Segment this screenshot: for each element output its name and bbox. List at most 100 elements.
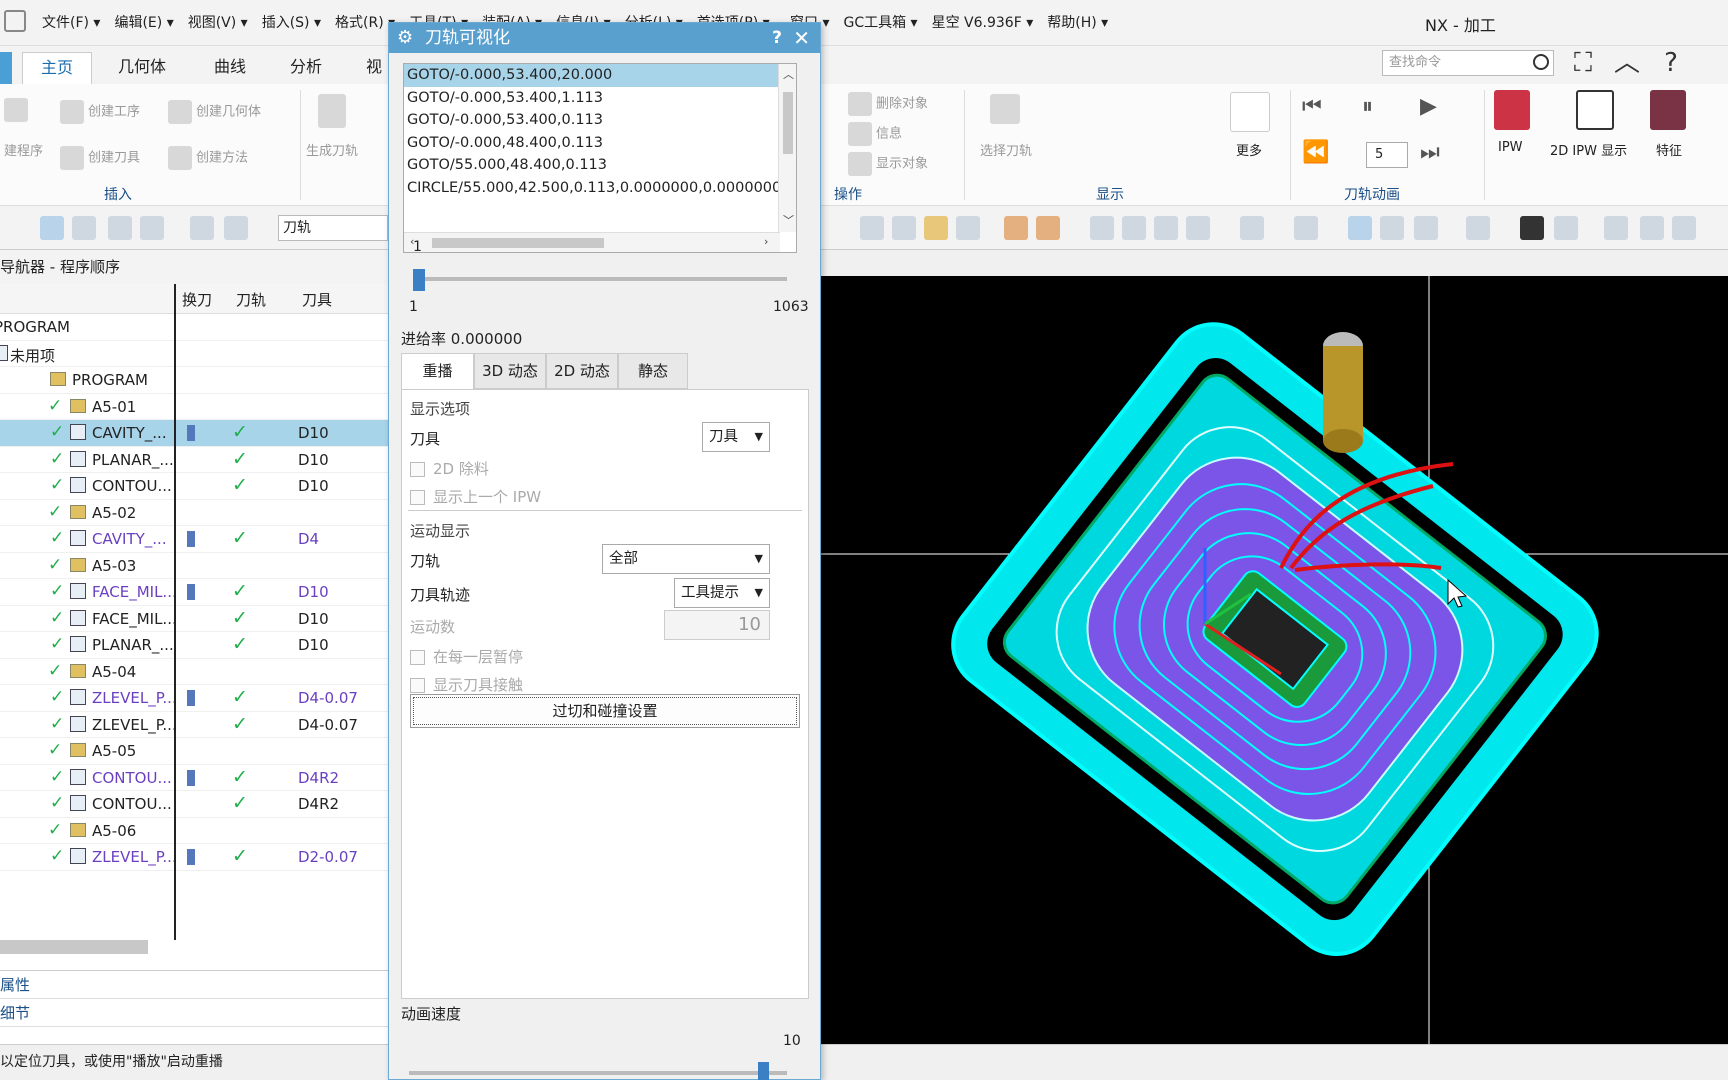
- scroll-down-icon[interactable]: ﹀: [783, 212, 794, 228]
- select-list-icon[interactable]: [140, 216, 164, 240]
- ipw2d-button[interactable]: [1576, 90, 1618, 130]
- create-method-button[interactable]: 创建方法: [168, 146, 248, 170]
- dialog-close-button[interactable]: ✕: [793, 23, 810, 53]
- ribbon-left-bar[interactable]: [0, 52, 12, 84]
- select-toolpath-button[interactable]: [990, 94, 1024, 124]
- paint-icon[interactable]: [1672, 216, 1696, 240]
- type-filter-select[interactable]: 刀轨: [278, 215, 388, 241]
- col-tool[interactable]: 刀具: [302, 289, 332, 310]
- shade-icon[interactable]: [1004, 216, 1028, 240]
- rotate-icon[interactable]: [1154, 216, 1178, 240]
- motion-count-input[interactable]: 10: [664, 610, 770, 640]
- app-icon[interactable]: [4, 10, 26, 32]
- navigator-row[interactable]: ✓ ZLEVEL_P... ✓ D4-0.07: [0, 712, 388, 738]
- cl-code-line[interactable]: GOTO/-0.000,53.400,0.113: [404, 109, 780, 132]
- anim-step-input[interactable]: 5: [1366, 142, 1408, 168]
- navigator-row[interactable]: ✓ A5-04: [0, 659, 388, 685]
- navigator-row[interactable]: ✓ A5-02: [0, 500, 388, 526]
- snap-icon[interactable]: [190, 216, 214, 240]
- gouge-collision-settings-button[interactable]: 过切和碰撞设置: [410, 694, 800, 728]
- tab-static[interactable]: 静态: [618, 353, 688, 389]
- show-object-button[interactable]: 显示对象: [848, 152, 928, 176]
- tool-display-select[interactable]: 刀具 ▼: [702, 422, 770, 452]
- brush-icon[interactable]: [1604, 216, 1628, 240]
- details-panel[interactable]: 细节: [0, 999, 388, 1027]
- pan-icon[interactable]: [1186, 216, 1210, 240]
- navigator-row[interactable]: ✓ PLANAR_... ✓ D10: [0, 447, 388, 473]
- tab-geometry[interactable]: 几何体: [100, 52, 184, 84]
- navigator-row[interactable]: ✓ CAVITY_... ✓ D4: [0, 526, 388, 553]
- speed-slider[interactable]: [409, 1062, 787, 1080]
- zoom-icon[interactable]: [1122, 216, 1146, 240]
- cube-icon[interactable]: [1294, 216, 1318, 240]
- navigator-row[interactable]: ✓ ZLEVEL_P... ✓ D4-0.07: [0, 685, 388, 712]
- path-select[interactable]: 全部 ▼: [602, 544, 770, 574]
- create-program-button[interactable]: [4, 98, 32, 122]
- checkbox[interactable]: [410, 650, 425, 665]
- info-button[interactable]: 信息: [848, 122, 902, 146]
- speed-slider-handle[interactable]: [757, 1062, 769, 1080]
- tab-3d-dynamic[interactable]: 3D 动态: [474, 353, 546, 389]
- background-icon[interactable]: [1520, 216, 1544, 240]
- checkbox[interactable]: [410, 490, 425, 505]
- navigator-row[interactable]: ✓ A5-05: [0, 738, 388, 765]
- anim-next-icon[interactable]: ⏭: [1420, 140, 1440, 165]
- tab-analysis[interactable]: 分析: [272, 52, 340, 84]
- edit-icon[interactable]: [1554, 216, 1578, 240]
- shade2-icon[interactable]: [1036, 216, 1060, 240]
- navigator-row[interactable]: PROGRAM: [0, 314, 388, 341]
- anim-back-icon[interactable]: ⏪: [1302, 140, 1329, 165]
- scroll-right-icon[interactable]: ›: [764, 235, 768, 248]
- menu-item[interactable]: 星空 V6.936F ▾: [932, 12, 1034, 32]
- navigator-row[interactable]: ✓ A5-06: [0, 818, 388, 844]
- checkbox[interactable]: [410, 462, 425, 477]
- navigator-row[interactable]: 未用项: [0, 341, 388, 367]
- tab-replay[interactable]: 重播: [401, 353, 474, 389]
- cb-2d-removal[interactable]: 2D 除料: [410, 458, 489, 479]
- list-vertical-scrollbar[interactable]: ︿ ﹀: [778, 64, 796, 232]
- cl-code-line[interactable]: CIRCLE/55.000,42.500,0.113,0.0000000,0.0…: [404, 177, 780, 200]
- layer-icon[interactable]: [1414, 216, 1438, 240]
- select-points-icon[interactable]: [108, 216, 132, 240]
- dialog-help-button[interactable]: ?: [772, 23, 782, 53]
- menu-item[interactable]: 视图(V) ▾: [188, 12, 248, 32]
- navigator-row[interactable]: ✓ CONTOU... ✓ D10: [0, 473, 388, 500]
- tab-curve[interactable]: 曲线: [196, 52, 264, 84]
- scroll-thumb[interactable]: [432, 238, 604, 248]
- column-splitter[interactable]: [174, 284, 176, 940]
- anim-play-icon[interactable]: ▶: [1420, 94, 1437, 119]
- measure-icon[interactable]: [1640, 216, 1664, 240]
- menu-item[interactable]: 插入(S) ▾: [262, 12, 321, 32]
- position-slider-handle[interactable]: [413, 269, 425, 291]
- cb-prev-ipw[interactable]: 显示上一个 IPW: [410, 486, 541, 507]
- view-icon[interactable]: [860, 216, 884, 240]
- more-button[interactable]: [1230, 92, 1274, 132]
- view2-icon[interactable]: [892, 216, 916, 240]
- fullscreen-icon[interactable]: ⛶: [1566, 46, 1600, 80]
- anim-prev-icon[interactable]: ⏮: [1302, 94, 1322, 119]
- navigator-row[interactable]: ✓ PLANAR_... ✓ D10: [0, 632, 388, 659]
- scroll-up-icon[interactable]: ︿: [783, 66, 794, 82]
- menu-item[interactable]: 格式(R) ▾: [335, 12, 395, 32]
- ipw-button[interactable]: [1494, 90, 1534, 130]
- tab-home[interactable]: 主页: [22, 52, 93, 84]
- col-tool-change[interactable]: 换刀: [182, 289, 212, 310]
- navigator-row[interactable]: ✓ A5-01: [0, 394, 388, 420]
- navigator-scrollbar[interactable]: [0, 940, 148, 954]
- navigator-row[interactable]: ✓ FACE_MIL... ✓ D10: [0, 579, 388, 606]
- dialog-titlebar[interactable]: ⚙ 刀轨可视化 ? ✕: [389, 23, 820, 53]
- select-mode-icon[interactable]: [72, 216, 96, 240]
- navigator-row[interactable]: ✓ CONTOU... ✓ D4R2: [0, 765, 388, 791]
- cl-code-line[interactable]: GOTO/55.000,48.400,0.113: [404, 154, 780, 177]
- menu-item[interactable]: 编辑(E) ▾: [114, 12, 173, 32]
- cl-code-line[interactable]: GOTO/-0.000,48.400,0.113: [404, 132, 780, 155]
- select-filter-icon[interactable]: [40, 216, 64, 240]
- create-geometry-button[interactable]: 创建几何体: [168, 100, 261, 124]
- collapse-ribbon-icon[interactable]: ︿: [1610, 46, 1644, 80]
- generate-toolpath-button[interactable]: [318, 94, 350, 128]
- position-slider[interactable]: [413, 269, 787, 291]
- render-style-icon[interactable]: [1240, 216, 1264, 240]
- navigator-row[interactable]: PROGRAM: [0, 367, 388, 394]
- navigator-row[interactable]: ✓ CAVITY_... ✓ D10: [0, 420, 388, 447]
- menu-item[interactable]: GC工具箱 ▾: [843, 12, 917, 32]
